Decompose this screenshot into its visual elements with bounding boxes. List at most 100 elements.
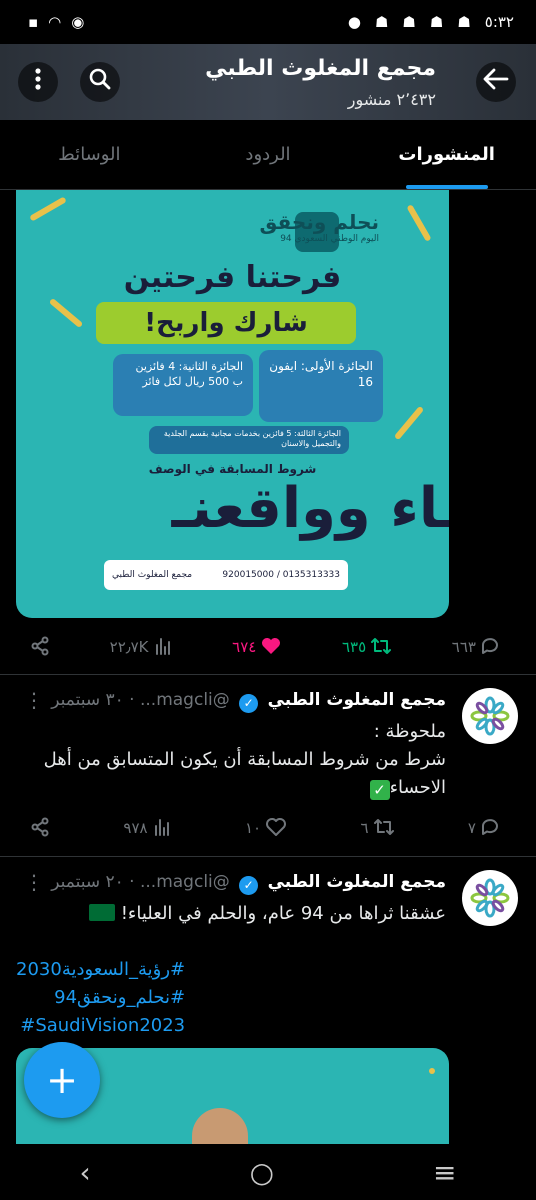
tweet-more-icon[interactable]: ⋮ [24,870,44,894]
page-title: مجمع المغلوث الطبي [205,56,436,81]
tab-posts[interactable]: المنشورات [357,120,536,189]
back-button[interactable] [476,62,516,102]
views-button[interactable]: ٢٢٫٧K [110,636,173,659]
like-count: ٦٧٤ [232,638,257,656]
status-time: ٥:٣٢ [484,13,514,31]
portrait-figure [192,1108,248,1148]
photo-icon: ◉ [71,13,85,31]
promo-image[interactable]: نحلم ونحقق اليوم الوطني السعودي 94 فرحتن… [16,190,449,618]
prize-second: الجائزة الثانية: 4 فائزين ب 500 ريال لكل… [113,354,253,416]
status-bar: ▪ ◠ ◉ ● ☗ ☗ ☗ ☗ ٥:٣٢ [0,0,536,44]
retweet-button[interactable]: ٦ [360,817,394,840]
search-icon [88,67,112,97]
confetti-decoration [406,204,432,242]
like-button[interactable]: ٦٧٤ [232,636,282,659]
avatar[interactable] [462,870,518,926]
tweet-text: عشقنا ثراها من 94 عام، والحلم في العلياء… [16,900,446,928]
confetti-decoration [29,196,67,222]
confetti-decoration [48,297,84,329]
reply-icon [480,636,500,659]
tweet-text: ملحوظة : شرط من شروط المسابقة أن يكون ال… [16,718,446,802]
reply-icon [480,817,500,840]
snapchat-icon: ☗ [402,13,416,31]
clinic-logo-icon [470,878,510,918]
views-button[interactable]: ٩٧٨ [123,817,171,840]
divider [0,674,536,675]
like-button[interactable]: ١٠ [245,817,287,840]
more-vertical-icon [34,67,42,97]
retweet-icon [370,636,392,659]
search-button[interactable] [80,62,120,102]
profile-header: مجمع المغلوث الطبي ٢٬٤٣٢ منشور [0,44,536,120]
more-options-button[interactable] [18,62,58,102]
share-button[interactable] [30,817,50,840]
heart-filled-icon [260,636,282,659]
hashtag-link[interactable]: #SaudiVision2023 [16,1012,185,1040]
reply-button[interactable]: ٧ [468,817,500,840]
hashtag-list: #رؤية_السعودية2030 #نحلم_ونحقق94 #SaudiV… [0,956,536,1042]
tweet-header: مجمع المغلوث الطبي ✓ @magcli... · ٣٠ سبت… [51,690,446,713]
like-count: ١٠ [244,819,262,837]
reply-count: ٧ [467,819,476,837]
share-icon [30,817,50,840]
home-nav-icon[interactable]: ○ [250,1156,274,1189]
tweet-more-icon[interactable]: ⋮ [24,688,44,712]
clinic-logo-icon [470,696,510,736]
tweet-line: شرط من شروط المسابقة أن يكون المتسابق من… [43,748,446,800]
share-button[interactable] [30,636,50,659]
author-handle: @magcli... [139,872,230,892]
promo-cta: شارك واربح! [96,302,356,344]
wifi-icon: ◠ [48,13,62,31]
tab-replies[interactable]: الردود [179,120,358,189]
heart-icon [265,817,287,840]
bar-chart-icon [152,817,172,840]
avatar[interactable] [462,688,518,744]
saudi-flag-icon [88,904,115,921]
prize-third: الجائزة الثالثة: 5 فائزين بخدمات مجانية … [149,426,349,454]
author-handle: @magcli... [139,690,230,710]
promo-logo-subtitle: اليوم الوطني السعودي 94 [280,234,379,244]
bar-chart-icon [153,636,173,659]
tweet-actions: ٧ ٦ ١٠ ٩٧٨ [0,804,536,852]
tab-media[interactable]: الوسائط [0,120,179,189]
view-count: ٩٧٨ [123,819,148,837]
reply-count: ٦٦٣ [451,638,476,656]
reply-button[interactable]: ٦٦٣ [452,636,500,659]
hashtag-link[interactable]: #نحلم_ونحقق94 [16,984,185,1012]
snapchat-icon: ☗ [429,13,444,31]
tweet-time: ٢٠ سبتمبر [51,872,124,892]
confetti-decoration [393,405,425,441]
retweet-icon [373,817,395,840]
dot-icon: ● [347,13,361,31]
recent-apps-icon[interactable]: ≡ [433,1156,456,1189]
check-mark-icon: ✓ [369,779,390,800]
author-name[interactable]: مجمع المغلوث الطبي [268,690,446,710]
tweet-line: عشقنا ثراها من 94 عام، والحلم في العلياء… [16,900,446,928]
tweet-actions: ٦٦٣ ٦٣٥ ٦٧٤ ٢٢٫٧K [0,623,536,671]
profile-tabs: المنشورات الردود الوسائط [0,120,536,190]
hashtag-link[interactable]: #رؤية_السعودية2030 [16,956,185,984]
view-count: ٢٢٫٧K [109,638,149,656]
promo-headline: فرحتنا فرحتين [123,260,342,295]
tweet-time: ٣٠ سبتمبر [51,690,124,710]
tweet-header: مجمع المغلوث الطبي ✓ @magcli... · ٢٠ سبت… [51,872,446,895]
back-nav-icon[interactable]: ‹ [79,1156,90,1189]
snapchat-icon: ☗ [374,13,389,31]
retweet-button[interactable]: ٦٣٥ [342,636,392,659]
promo-big-text: ـاء وواقعنـ [171,476,449,541]
share-icon [30,636,50,659]
system-nav-bar: ‹ ○ ≡ [0,1144,536,1200]
record-icon: ▪ [28,13,39,31]
snapchat-icon: ☗ [457,13,471,31]
contact-brand: مجمع المغلوث الطبي [112,570,193,580]
verified-badge-icon: ✓ [239,876,259,895]
promo-logo-title: نحلم ونحقق [259,210,379,234]
plus-icon: + [46,1058,78,1102]
author-name[interactable]: مجمع المغلوث الطبي [268,872,446,892]
prize-first: الجائزة الأولى: ايفون 16 [259,350,383,422]
verified-badge-icon: ✓ [239,694,259,713]
compose-button[interactable]: + [24,1042,100,1118]
divider [0,856,536,857]
retweet-count: ٦٣٥ [341,638,367,656]
post-count: ٢٬٤٣٢ منشور [347,90,436,109]
